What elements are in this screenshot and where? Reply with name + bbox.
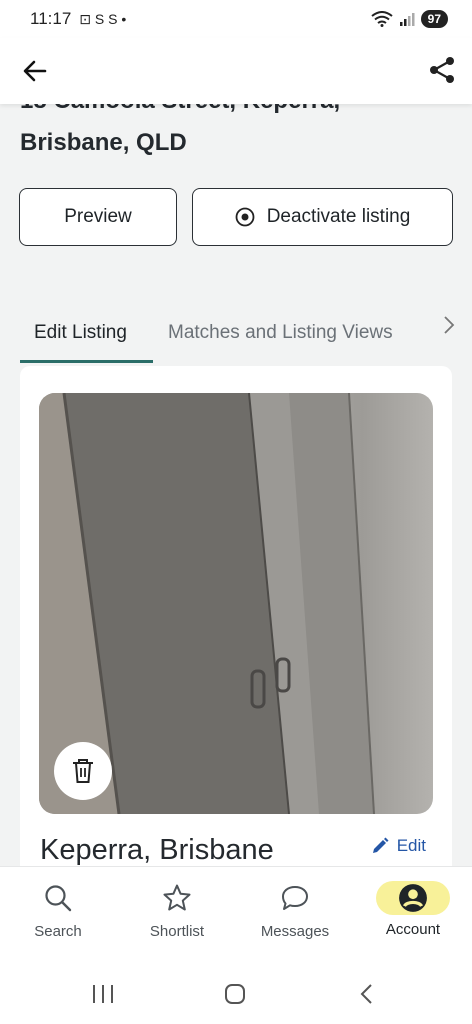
pencil-icon	[372, 837, 389, 853]
preview-button[interactable]: Preview	[19, 188, 177, 246]
system-navigation	[0, 962, 472, 1024]
listing-address: 18 Camoola Street, Keperra, Brisbane, QL…	[20, 104, 440, 164]
chevron-right-icon	[444, 316, 455, 334]
nav-messages-label: Messages	[260, 923, 330, 940]
wifi-icon	[371, 11, 393, 27]
share-icon[interactable]	[426, 54, 458, 86]
preview-button-label: Preview	[64, 206, 132, 227]
bottom-navigation: Search Shortlist Messages Account	[0, 866, 472, 962]
status-time: 11:17	[30, 9, 72, 28]
deactivate-button-label: Deactivate listing	[266, 206, 411, 227]
stop-circle-icon	[235, 207, 255, 227]
nav-search[interactable]: Search	[10, 883, 106, 940]
address-line-1: 18 Camoola Street, Keperra,	[20, 104, 440, 122]
app-header	[0, 38, 472, 104]
star-icon	[163, 884, 191, 911]
signal-icon	[399, 13, 415, 26]
notification-icons: ⊡ S S •	[79, 10, 127, 27]
tab-matches-listing-views[interactable]: Matches and Listing Views	[168, 322, 393, 344]
edit-label: Edit	[396, 836, 426, 855]
listing-content: 18 Camoola Street, Keperra, Brisbane, QL…	[0, 104, 472, 866]
arrow-left-icon[interactable]	[20, 56, 50, 86]
nav-account-label: Account	[385, 921, 441, 938]
search-icon	[45, 885, 72, 912]
active-nav-pill	[376, 881, 450, 915]
account-icon	[399, 884, 427, 912]
battery-level: 97	[420, 10, 448, 28]
edit-location-button[interactable]: Edit	[371, 836, 426, 856]
listing-photo[interactable]	[39, 393, 433, 814]
address-line-2: Brisbane, QLD	[20, 129, 187, 156]
tabs-scroll-button[interactable]	[426, 302, 472, 348]
system-back-icon[interactable]	[352, 982, 382, 1006]
nav-account[interactable]: Account	[365, 881, 461, 938]
home-icon[interactable]	[220, 982, 250, 1006]
listing-location-title: Keperra, Brisbane	[40, 834, 274, 866]
listing-card: Keperra, Brisbane Edit	[20, 366, 452, 866]
tab-edit-listing[interactable]: Edit Listing	[34, 322, 127, 344]
chat-bubble-icon	[282, 886, 308, 910]
delete-photo-button[interactable]	[54, 742, 112, 800]
nav-messages[interactable]: Messages	[247, 883, 343, 940]
deactivate-listing-button[interactable]: Deactivate listing	[192, 188, 453, 246]
active-tab-indicator	[20, 360, 153, 363]
nav-shortlist-label: Shortlist	[149, 923, 205, 940]
nav-shortlist[interactable]: Shortlist	[129, 883, 225, 940]
listing-tabs: Edit Listing Matches and Listing Views	[0, 302, 472, 366]
status-bar: 11:17 ⊡ S S • 97	[0, 0, 472, 38]
nav-search-label: Search	[34, 923, 82, 940]
recent-apps-icon[interactable]	[88, 982, 118, 1006]
trash-icon	[73, 759, 93, 783]
